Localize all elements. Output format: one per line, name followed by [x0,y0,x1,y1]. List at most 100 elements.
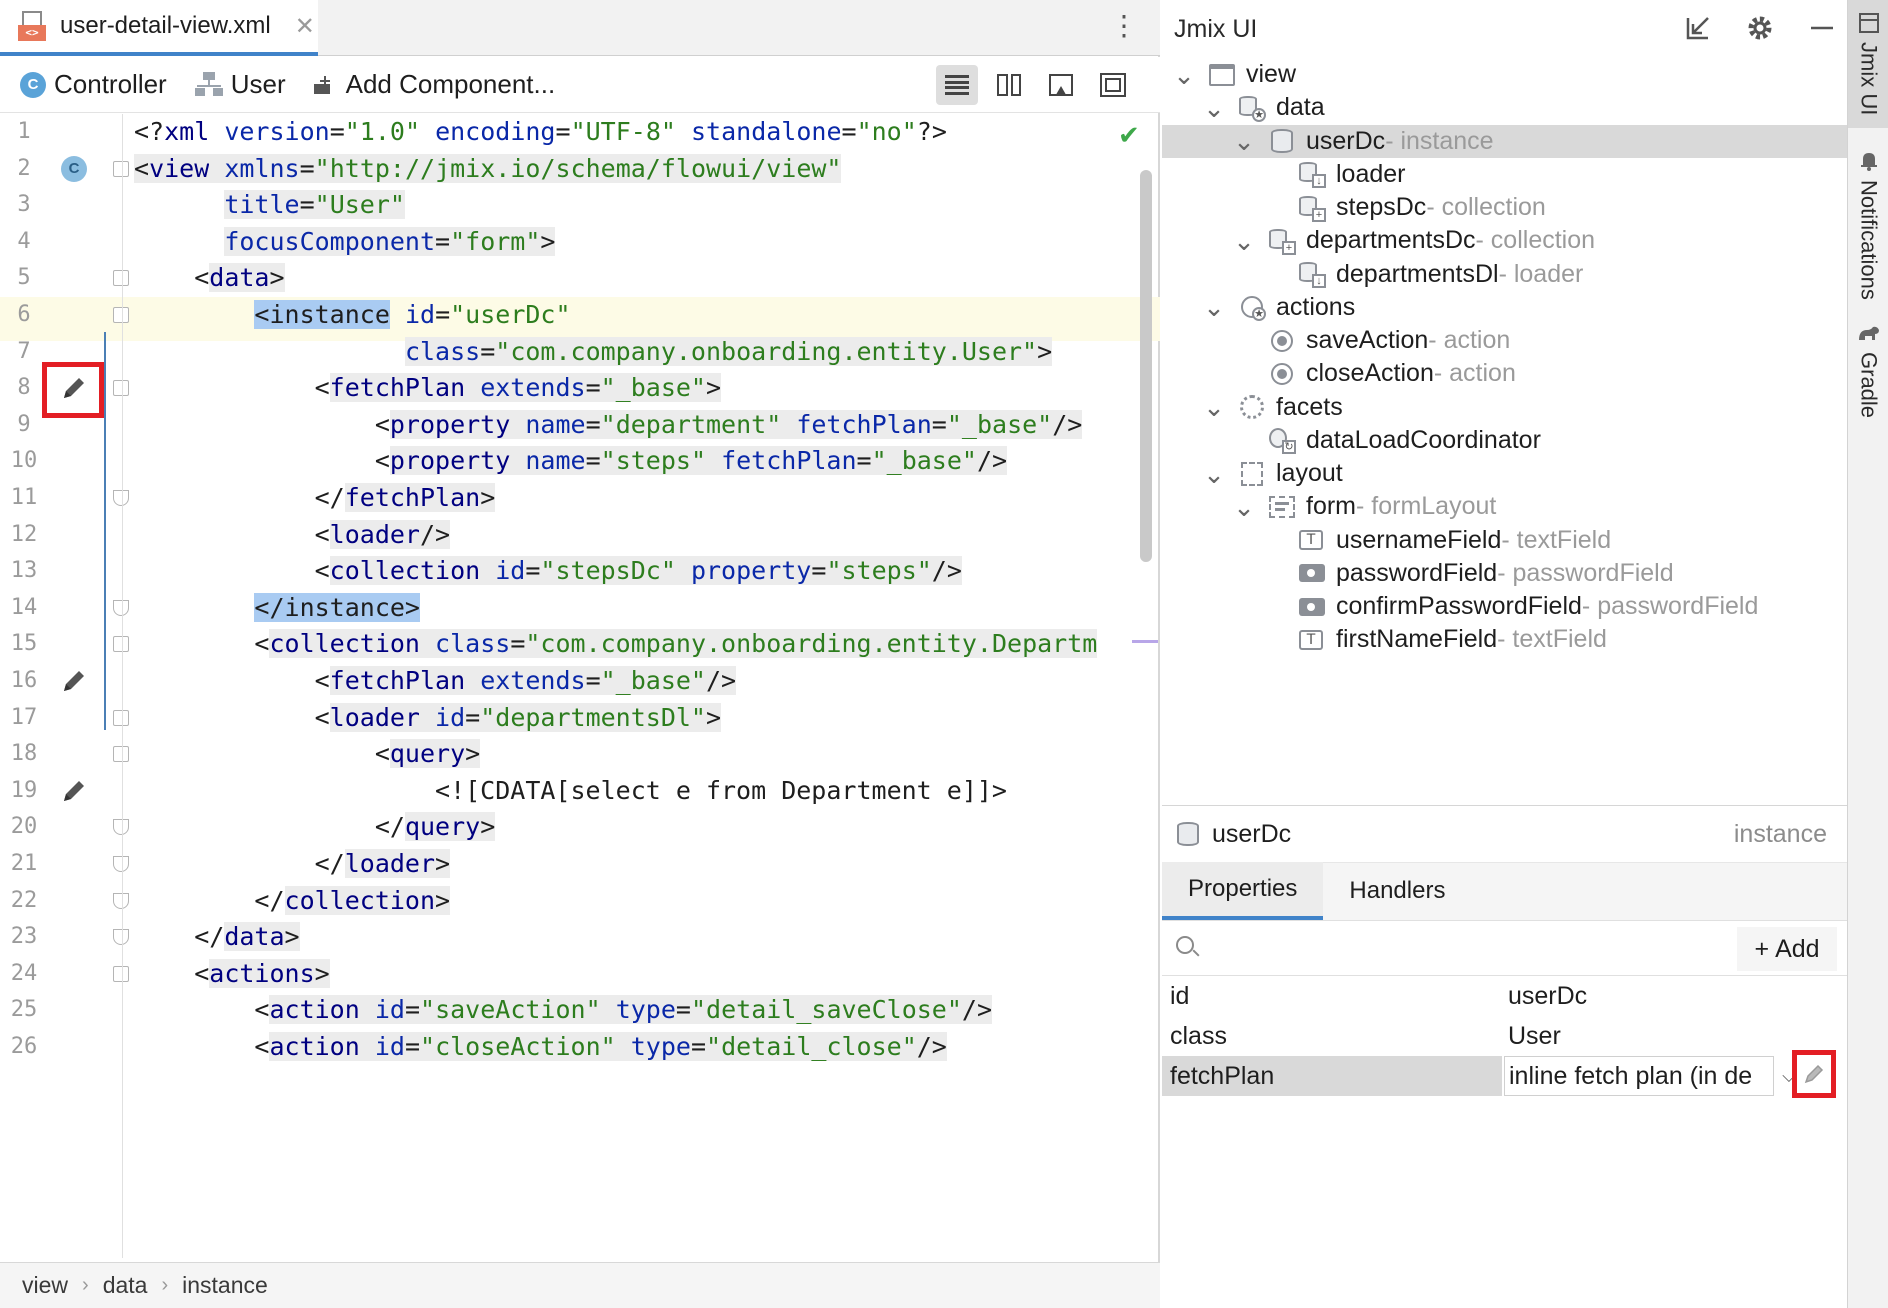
tree-node-loader[interactable]: ↓ loader [1162,158,1847,191]
fold-marker[interactable] [113,856,129,872]
close-tab-icon[interactable]: ✕ [295,12,315,41]
tab-properties[interactable]: Properties [1162,862,1324,920]
editor-scrollbar[interactable] [1140,170,1152,562]
code-text[interactable]: <actions> [134,956,330,993]
tree-node-saveAction[interactable]: saveAction - action [1162,324,1847,357]
property-row-id[interactable]: id userDc [1162,976,1847,1016]
add-property-button[interactable]: + Add [1737,927,1837,971]
code-text[interactable]: <action id="saveAction" type="detail_sav… [134,992,993,1029]
tree-node-dataLoadCoordinator[interactable]: ↻ dataLoadCoordinator [1162,424,1847,457]
split-mode-button[interactable] [988,65,1030,105]
code-text[interactable]: </data> [134,919,300,956]
chevron-down-icon[interactable]: ⌄ [1232,228,1256,254]
tree-node-form[interactable]: ⌄ form - formLayout [1162,490,1847,523]
chevron-down-icon[interactable]: ⌄ [1232,494,1256,520]
property-value[interactable]: userDc [1502,976,1587,1016]
code-text[interactable]: <instance id="userDc" [134,297,571,334]
tree-node-actions[interactable]: ⌄ ★ actions [1162,291,1847,324]
tree-node-confirmPasswordField[interactable]: confirmPasswordField - passwordField [1162,590,1847,623]
code-text[interactable]: <query> [134,736,481,773]
controller-gutter-icon[interactable]: C [58,153,90,185]
controller-button[interactable]: C Controller [20,69,167,100]
tool-tab-jmix-ui[interactable]: Jmix UI [1848,0,1888,128]
code-text[interactable]: </fetchPlan> [134,480,496,517]
chevron-down-icon[interactable]: ⌄ [1202,394,1226,420]
tree-node-userDc[interactable]: ⌄ userDc - instance [1162,124,1847,158]
code-text[interactable]: <collection id="stepsDc" property="steps… [134,553,962,590]
tree-node-layout[interactable]: ⌄ layout [1162,457,1847,490]
property-row-fetchplan[interactable]: fetchPlan inline fetch plan (in de ⌵ [1162,1050,1847,1098]
tab-handlers[interactable]: Handlers [1323,862,1471,920]
minimize-icon[interactable] [1805,10,1839,46]
code-text[interactable]: class="com.company.onboarding.entity.Use… [134,334,1053,371]
text-mode-button[interactable] [936,65,978,105]
tree-node-stepsDc[interactable]: + stepsDc - collection [1162,191,1847,224]
code-text[interactable]: <property name="department" fetchPlan="_… [134,407,1083,444]
tree-node-firstNameField[interactable]: TfirstNameField - textField [1162,623,1847,656]
fold-marker[interactable] [113,160,129,177]
code-text[interactable]: <fetchPlan extends="_base"/> [134,663,737,700]
code-text[interactable]: <view xmlns="http://jmix.io/schema/flowu… [134,151,842,188]
edit-gutter-button[interactable] [58,775,90,807]
fold-marker[interactable] [113,929,129,946]
tree-node-view[interactable]: ⌄ view [1162,58,1847,91]
code-text[interactable]: <property name="steps" fetchPlan="_base"… [134,443,1008,480]
tree-node-departmentsDl[interactable]: ↓ departmentsDl - loader [1162,258,1847,291]
code-text[interactable]: </query> [134,809,496,846]
code-text[interactable]: <loader id="departmentsDl"> [134,700,722,737]
chevron-down-icon[interactable]: ⌄ [1202,294,1226,320]
chevron-down-icon[interactable]: ⌄ [1172,62,1196,88]
tab-user-detail-view-xml[interactable]: <> user-detail-view.xml ✕ [0,0,318,56]
fold-marker[interactable] [113,490,129,506]
tree-node-departmentsDc[interactable]: ⌄ + departmentsDc - collection [1162,224,1847,257]
breadcrumb-item-instance[interactable]: instance [182,1272,268,1299]
fold-marker[interactable] [113,709,129,726]
fold-marker[interactable] [113,380,129,397]
chevron-down-icon[interactable]: ⌄ [1202,95,1226,121]
collapse-to-source-icon[interactable] [1681,10,1715,46]
code-text[interactable]: <collection class="com.company.onboardin… [134,626,1098,663]
property-row-class[interactable]: class User [1162,1016,1847,1056]
fold-marker[interactable] [113,307,129,323]
no-problems-check-icon[interactable]: ✔ [1118,120,1140,151]
code-text[interactable]: <loader/> [134,517,451,554]
code-text[interactable]: <![CDATA[select e from Department e]]> [134,773,1007,810]
breadcrumb-item-data[interactable]: data [103,1272,148,1299]
tree-node-passwordField[interactable]: passwordField - passwordField [1162,557,1847,590]
tree-node-closeAction[interactable]: closeAction - action [1162,357,1847,390]
fold-marker[interactable] [113,636,129,653]
fold-marker[interactable] [113,270,129,287]
tool-tab-gradle[interactable]: Gradle [1848,320,1888,420]
edit-fetchplan-button[interactable] [1792,1050,1836,1098]
code-area[interactable]: 1 <?xml version="1.0" encoding="UTF-8" st… [0,114,1160,1258]
preview-mode-button[interactable] [1040,65,1082,105]
fold-marker[interactable] [113,965,129,982]
add-component-button[interactable]: Add Component... [313,69,555,100]
chevron-down-icon[interactable]: ⌄ [1232,128,1256,154]
code-text[interactable]: focusComponent="form"> [134,224,556,261]
tree-node-usernameField[interactable]: TusernameField - textField [1162,524,1847,557]
breadcrumb-item-view[interactable]: view [22,1272,68,1299]
code-text[interactable]: </loader> [134,846,451,883]
code-text[interactable]: </instance> [134,590,420,627]
fold-marker[interactable] [113,746,129,763]
chevron-down-icon[interactable]: ⌄ [1202,461,1226,487]
code-line[interactable]: 26 <action id="closeAction" type="detail… [0,1029,1160,1073]
gear-icon[interactable] [1743,10,1777,46]
fold-marker[interactable] [113,819,129,836]
tree-node-data[interactable]: ⌄ ★ data [1162,91,1847,124]
code-text[interactable]: <action id="closeAction" type="detail_cl… [134,1029,947,1066]
edit-gutter-button[interactable] [58,665,90,697]
property-search-input[interactable] [1172,926,1728,970]
tree-node-facets[interactable]: ⌄ facets [1162,391,1847,424]
fold-marker[interactable] [113,599,129,616]
more-options-icon[interactable]: ⋮ [1110,12,1138,40]
entity-button[interactable]: User [194,69,286,100]
fetchplan-value-input[interactable]: inline fetch plan (in de [1504,1056,1774,1096]
preview-only-button[interactable] [1092,65,1134,105]
code-text[interactable]: title="User" [134,187,405,224]
tool-tab-notifications[interactable]: Notifications [1848,146,1888,306]
code-text[interactable]: <?xml version="1.0" encoding="UTF-8" sta… [134,114,947,151]
code-text[interactable]: <fetchPlan extends="_base"> [134,370,722,407]
fold-marker[interactable] [113,892,129,909]
